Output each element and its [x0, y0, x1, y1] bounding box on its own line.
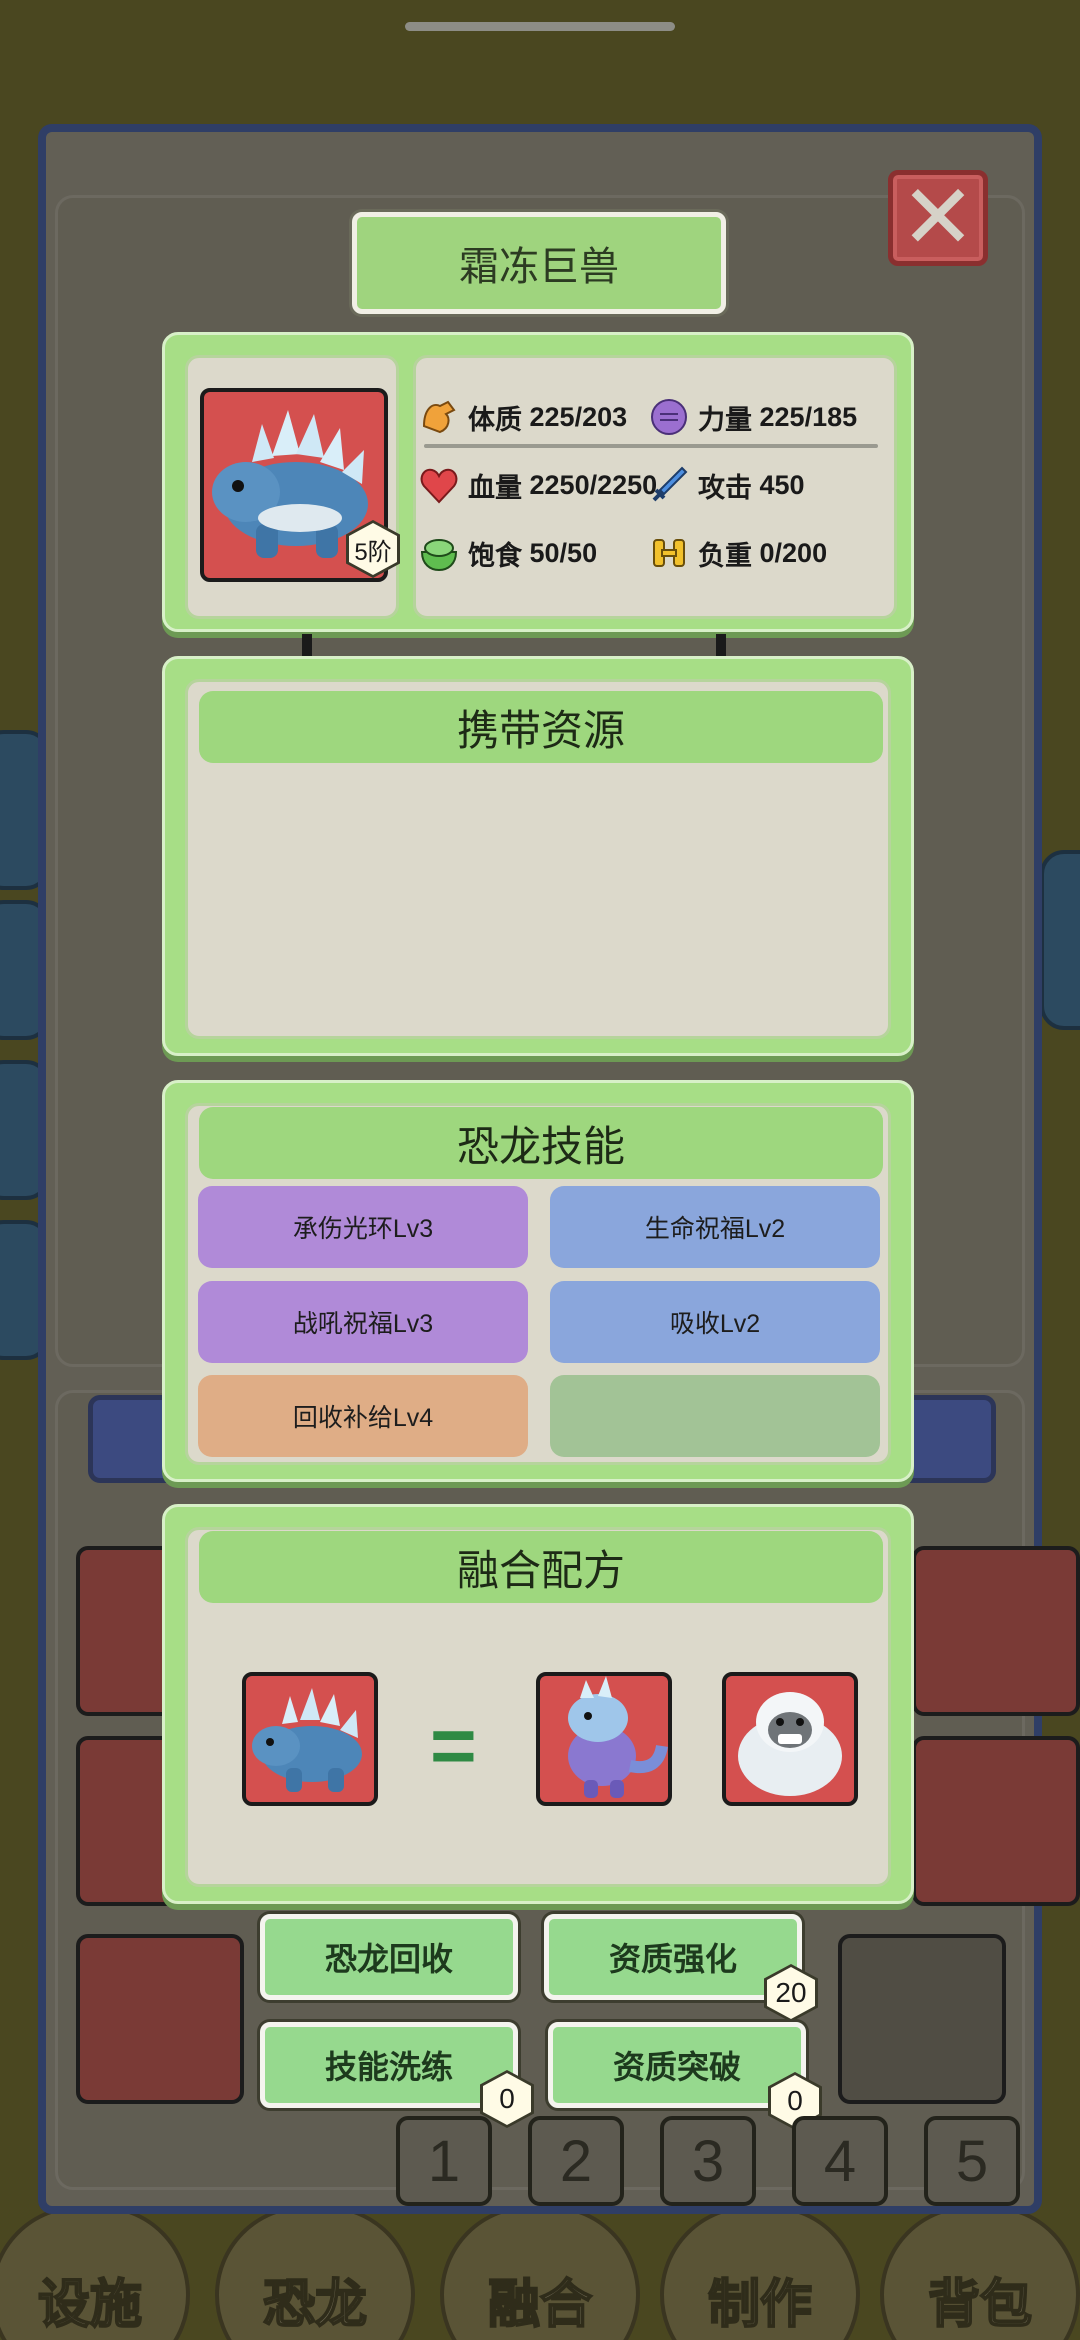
skill-button[interactable]: 吸收Lv2 [550, 1281, 880, 1363]
fusion-header: 融合配方 [199, 1531, 883, 1603]
aptitude-breakthrough-button[interactable]: 资质突破 [548, 2022, 806, 2108]
page-slot-5[interactable]: 5 [924, 2116, 1020, 2206]
resources-panel: 携带资源 [162, 656, 914, 1056]
heart-icon [418, 464, 460, 506]
stat-load: 负重 0/200 [648, 532, 827, 574]
bg-dino-card[interactable] [912, 1736, 1080, 1906]
page-slot-1[interactable]: 1 [396, 2116, 492, 2206]
nav-label: 设施 [37, 2275, 143, 2335]
stat-attack: 攻击 450 [648, 464, 805, 506]
panel-connector [302, 634, 312, 656]
stat-value: 225/203 [529, 401, 628, 432]
skill-button[interactable]: 承伤光环Lv3 [198, 1186, 528, 1268]
stat-label: 力量 [698, 404, 752, 435]
yeti-image [738, 1692, 842, 1796]
stat-value: 0/200 [759, 537, 828, 568]
stat-label: 体质 [468, 404, 522, 435]
bowl-icon [418, 532, 460, 574]
muscle-icon [418, 396, 460, 438]
page-slot-3[interactable]: 3 [660, 2116, 756, 2206]
stat-label: 血量 [468, 472, 522, 503]
drag-handle[interactable] [405, 22, 675, 31]
nav-label: 背包 [927, 2275, 1033, 2335]
panel-connector [716, 634, 726, 656]
nav-label: 恐龙 [262, 2275, 368, 2335]
dumbbell-icon [648, 532, 690, 574]
dino-recycle-button[interactable]: 恐龙回收 [260, 1914, 518, 2000]
stat-satiety: 饱食 50/50 [418, 532, 597, 574]
fusion-ingredient-portrait[interactable] [722, 1672, 858, 1806]
fusion-ingredient-portrait[interactable] [536, 1672, 672, 1806]
dino-name: 霜冻巨兽 [459, 245, 619, 289]
bg-dino-card[interactable] [76, 1934, 244, 2104]
skills-header: 恐龙技能 [199, 1107, 883, 1179]
stat-value: 225/185 [759, 401, 858, 432]
close-icon: ✕ [900, 168, 976, 268]
resources-header: 携带资源 [199, 691, 883, 763]
bg-side-tab [1040, 850, 1080, 1030]
skill-button[interactable]: 生命祝福Lv2 [550, 1186, 880, 1268]
page-slot-4[interactable]: 4 [792, 2116, 888, 2206]
stat-hp: 血量 2250/2250 [418, 464, 657, 506]
skill-reroll-button[interactable]: 技能洗练 [260, 2022, 518, 2108]
frost-beast-image [252, 1688, 362, 1792]
skill-button[interactable]: 战吼祝福Lv3 [198, 1281, 528, 1363]
close-button[interactable]: ✕ [888, 170, 988, 266]
ice-dino-image [568, 1676, 668, 1798]
nav-label: 融合 [487, 2275, 593, 2335]
fist-icon [648, 396, 690, 438]
stat-value: 2250/2250 [529, 469, 658, 500]
skill-button[interactable]: 回收补给Lv4 [198, 1375, 528, 1457]
bg-dino-card[interactable] [912, 1546, 1080, 1716]
dino-name-box: 霜冻巨兽 [352, 212, 726, 314]
page-slot-2[interactable]: 2 [528, 2116, 624, 2206]
bg-empty-card[interactable] [838, 1934, 1006, 2104]
sword-icon [648, 464, 690, 506]
stat-value: 50/50 [529, 537, 598, 568]
aptitude-enhance-button[interactable]: 资质强化 [544, 1914, 802, 2000]
stat-label: 饱食 [468, 540, 522, 571]
skill-button-empty[interactable] [550, 1375, 880, 1457]
equals-sign: = [430, 1701, 477, 1790]
stat-strength: 力量 225/185 [648, 396, 857, 438]
stat-label: 攻击 [698, 472, 752, 503]
nav-label: 制作 [707, 2275, 813, 2335]
stat-value: 450 [759, 469, 805, 500]
stats-divider [424, 444, 878, 448]
stat-label: 负重 [698, 540, 752, 571]
fusion-result-portrait[interactable] [242, 1672, 378, 1806]
stat-constitution: 体质 225/203 [418, 396, 627, 438]
